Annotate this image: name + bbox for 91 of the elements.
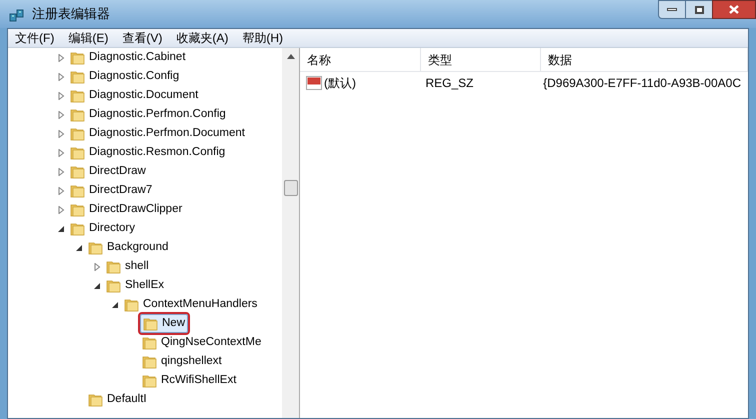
- tree-item[interactable]: RcWifiShellExt: [161, 372, 236, 390]
- collapsed-arrow-icon[interactable]: [57, 130, 65, 138]
- menu-item[interactable]: 收藏夹(A): [169, 29, 236, 47]
- expanded-arrow-icon[interactable]: [93, 282, 101, 290]
- collapsed-arrow-icon[interactable]: [93, 262, 101, 270]
- expanded-arrow-icon[interactable]: [111, 300, 119, 308]
- tree-item[interactable]: shell: [125, 258, 149, 276]
- folder-icon: [88, 392, 104, 406]
- collapsed-arrow-icon[interactable]: [57, 110, 65, 118]
- folder-icon: [106, 278, 122, 292]
- folder-icon: [142, 374, 158, 388]
- tree-item[interactable]: Diagnostic.Perfmon.Config: [89, 106, 226, 124]
- tree-item[interactable]: ContextMenuHandlers: [143, 296, 258, 314]
- scrollbar-thumb[interactable]: [284, 180, 298, 196]
- tree-item[interactable]: QingNseContextMe: [161, 334, 262, 352]
- tree-node[interactable]: Directory: [68, 219, 138, 238]
- expanded-arrow-icon[interactable]: [75, 244, 83, 252]
- table-cell-text: {D969A300-E7FF-11d0-A93B-00A0C: [542, 75, 742, 92]
- maximize-button[interactable]: [686, 0, 712, 19]
- close-icon: [729, 5, 739, 14]
- collapsed-arrow-icon[interactable]: [57, 168, 65, 176]
- folder-icon: [70, 88, 86, 102]
- folder-icon: [143, 316, 159, 330]
- collapsed-arrow-icon[interactable]: [57, 92, 65, 100]
- column-header[interactable]: 类型: [421, 48, 541, 71]
- table-cell-text: REG_SZ: [424, 75, 474, 92]
- tree-item[interactable]: ShellEx: [125, 276, 164, 294]
- folder-icon: [70, 184, 86, 198]
- tree-node[interactable]: qingshellext: [140, 352, 224, 371]
- scrollbar[interactable]: [282, 48, 299, 418]
- tree-item[interactable]: Diagnostic.Resmon.Config: [89, 144, 226, 162]
- menu-item[interactable]: 文件(F): [8, 29, 62, 47]
- tree-node[interactable]: ContextMenuHandlers: [122, 295, 260, 314]
- tree-item[interactable]: Directory: [89, 220, 136, 238]
- tree-node[interactable]: QingNseContextMe: [140, 333, 264, 352]
- tree-item[interactable]: Diagnostic.Cabinet: [89, 48, 186, 66]
- folder-icon: [70, 146, 86, 160]
- tree-node[interactable]: Diagnostic.Document: [68, 86, 200, 105]
- tree-item[interactable]: New: [162, 314, 186, 332]
- collapsed-arrow-icon[interactable]: [57, 54, 65, 62]
- table-cell-text: (默认): [324, 75, 356, 92]
- folder-icon: [106, 260, 122, 274]
- tree-node[interactable]: Background: [86, 238, 170, 257]
- folder-icon: [70, 126, 86, 140]
- folder-icon: [70, 202, 86, 216]
- collapsed-arrow-icon[interactable]: [57, 72, 65, 80]
- tree-node[interactable]: Diagnostic.Cabinet: [68, 48, 188, 67]
- tree-node[interactable]: DirectDrawClipper: [68, 200, 184, 219]
- collapsed-arrow-icon[interactable]: [57, 186, 65, 194]
- tree-node[interactable]: DefaultI: [86, 390, 149, 409]
- string-value-icon: [306, 76, 322, 90]
- tree-item[interactable]: DirectDrawClipper: [89, 200, 182, 218]
- tree-node[interactable]: New: [140, 314, 188, 333]
- menu-item[interactable]: 查看(V): [115, 29, 170, 47]
- column-header[interactable]: 名称: [300, 48, 421, 71]
- tree-item[interactable]: Diagnostic.Perfmon.Document: [89, 124, 245, 142]
- window-title: 注册表编辑器: [32, 5, 110, 24]
- folder-icon: [70, 108, 86, 122]
- scroll-up-icon[interactable]: [286, 54, 294, 59]
- collapsed-arrow-icon[interactable]: [57, 148, 65, 156]
- column-header[interactable]: 数据: [541, 48, 748, 71]
- folder-icon: [124, 298, 140, 312]
- tree-item[interactable]: qingshellext: [161, 352, 222, 370]
- tree-item[interactable]: DefaultI: [107, 390, 147, 408]
- close-button[interactable]: [712, 0, 756, 19]
- folder-icon: [70, 164, 86, 178]
- tree-item[interactable]: Diagnostic.Document: [89, 86, 198, 104]
- folder-icon: [70, 222, 86, 236]
- expanded-arrow-icon[interactable]: [57, 224, 65, 232]
- tree-node[interactable]: ShellEx: [104, 276, 166, 295]
- menu-item[interactable]: 帮助(H): [235, 29, 290, 47]
- folder-icon: [70, 70, 86, 84]
- collapsed-arrow-icon[interactable]: [57, 206, 65, 214]
- tree-item[interactable]: DirectDraw: [89, 162, 146, 180]
- minimize-button[interactable]: [658, 0, 686, 19]
- tree-item[interactable]: Diagnostic.Config: [89, 68, 180, 86]
- tree-node[interactable]: DirectDraw: [68, 162, 148, 181]
- tree-node[interactable]: Diagnostic.Resmon.Config: [68, 143, 228, 162]
- folder-icon: [70, 50, 86, 64]
- folder-icon: [142, 336, 158, 350]
- tree-item[interactable]: Background: [107, 238, 168, 256]
- tree-item[interactable]: DirectDraw7: [89, 182, 152, 200]
- tree-node[interactable]: Diagnostic.Perfmon.Document: [68, 124, 247, 143]
- folder-icon: [142, 354, 158, 368]
- menu-item[interactable]: 编辑(E): [61, 29, 116, 47]
- tree-node[interactable]: Diagnostic.Perfmon.Config: [68, 105, 228, 124]
- tree-node[interactable]: Diagnostic.Config: [68, 67, 182, 86]
- tree-node[interactable]: shell: [104, 257, 151, 276]
- folder-icon: [88, 240, 104, 254]
- tree-node[interactable]: RcWifiShellExt: [140, 371, 238, 390]
- tree-node[interactable]: DirectDraw7: [68, 181, 154, 200]
